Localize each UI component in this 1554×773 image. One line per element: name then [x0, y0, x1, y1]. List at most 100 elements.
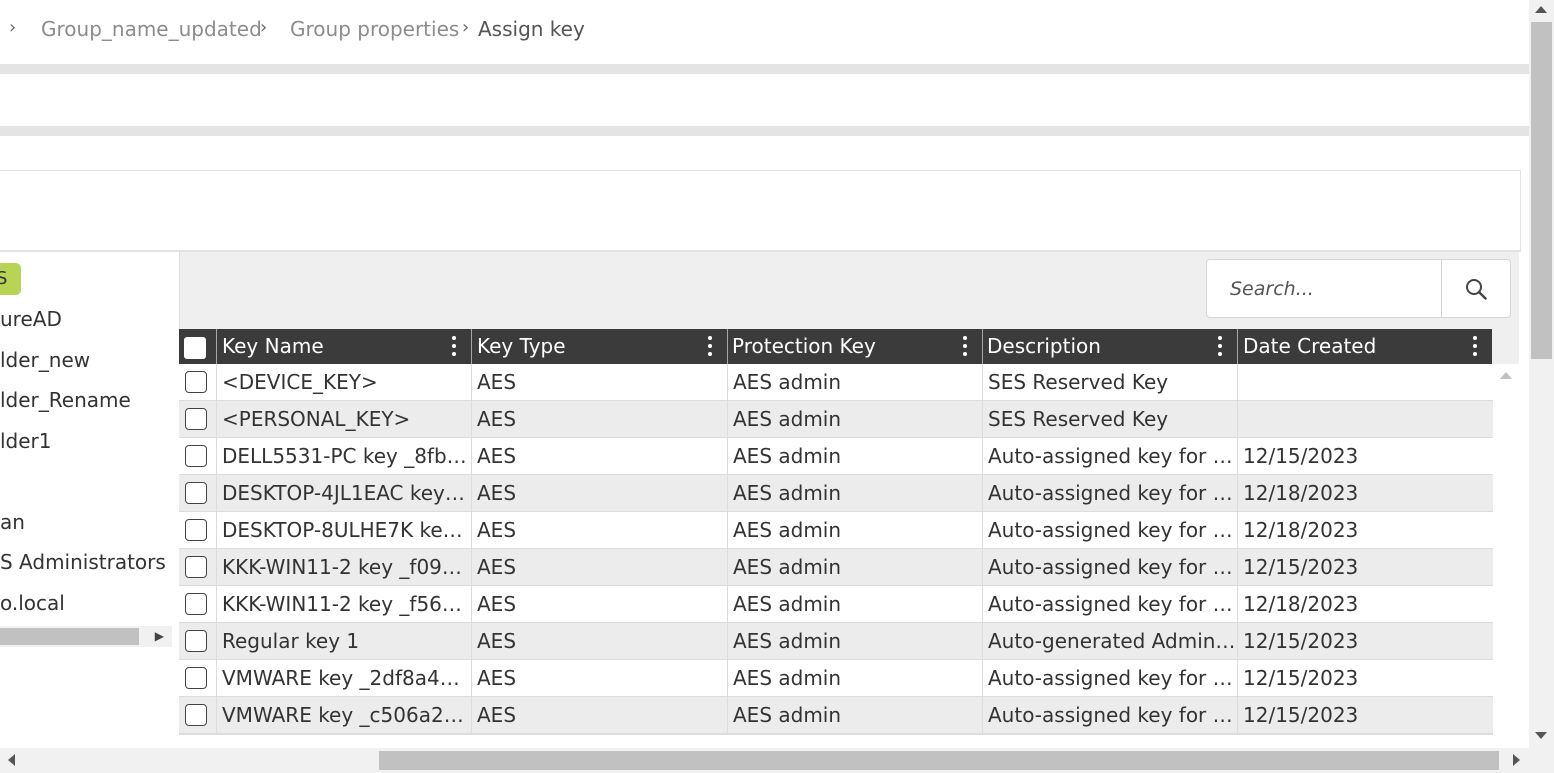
table-row[interactable]: VMWARE key _2df8a4bae… AES AES admin Auto-a…: [179, 660, 1493, 697]
column-menu-icon[interactable]: [1470, 334, 1480, 358]
cell-date-created: [1237, 401, 1493, 437]
cell-key-type: AES: [477, 518, 517, 542]
table-row[interactable]: <PERSONAL_KEY> AES AES admin SES Reserved K…: [179, 401, 1493, 438]
cell-description: Auto-assigned key for dev…: [988, 703, 1237, 727]
row-checkbox[interactable]: [185, 482, 207, 504]
column-menu-icon[interactable]: [705, 334, 715, 358]
page-vertical-scrollbar[interactable]: [1529, 0, 1554, 748]
scroll-up-icon[interactable]: [1535, 6, 1547, 13]
tree-item[interactable]: lder_new: [0, 348, 90, 372]
search-button[interactable]: [1442, 260, 1510, 317]
select-all-checkbox[interactable]: [184, 337, 206, 359]
tree-item[interactable]: S Administrators: [0, 550, 166, 574]
tree-item[interactable]: lder1: [0, 429, 52, 453]
chevron-right-icon: ›: [260, 17, 268, 38]
column-separator[interactable]: [982, 329, 983, 364]
scroll-down-icon[interactable]: [1535, 732, 1547, 739]
tree-item[interactable]: an: [0, 510, 25, 534]
scrollbar-thumb[interactable]: [379, 751, 1499, 770]
search-input[interactable]: [1207, 260, 1441, 317]
scroll-right-icon[interactable]: ▶: [155, 626, 164, 647]
table-row[interactable]: DESKTOP-4JL1EAC key _8… AES AES admin Auto-…: [179, 475, 1493, 512]
row-checkbox[interactable]: [185, 371, 207, 393]
row-checkbox[interactable]: [185, 556, 207, 578]
column-menu-icon[interactable]: [960, 334, 970, 358]
table-footer-space: [179, 734, 1493, 749]
table-row[interactable]: DELL5531-PC key _8fb3ad…AES AES admin Auto…: [179, 438, 1493, 475]
cell-date-created: 12/18/2023: [1243, 518, 1359, 542]
row-checkbox[interactable]: [185, 593, 207, 615]
cell-key-name: DESKTOP-8ULHE7K key _…: [222, 518, 471, 542]
cell-key-type: AES: [477, 629, 517, 653]
tree-item[interactable]: ureAD: [0, 307, 62, 331]
cell-date-created: 12/15/2023: [1243, 629, 1359, 653]
cell-key-type: AES: [477, 444, 517, 468]
cell-protection-key: AES admin: [733, 555, 842, 579]
divider-band: [0, 64, 1529, 74]
tree-horizontal-scrollbar[interactable]: ▶: [0, 626, 172, 647]
table-row[interactable]: KKK-WIN11-2 key _f5693f… AES AES admin Auto…: [179, 586, 1493, 623]
scroll-up-icon[interactable]: [1500, 372, 1512, 379]
search-box: [1206, 259, 1511, 318]
cell-date-created: 12/15/2023: [1243, 444, 1359, 468]
page-horizontal-scrollbar[interactable]: [0, 748, 1529, 773]
tree-item[interactable]: o.local: [0, 591, 65, 615]
cell-date-created: [1237, 364, 1493, 400]
tree-selected-badge[interactable]: S: [0, 263, 21, 295]
cell-key-name: <DEVICE_KEY>: [222, 370, 378, 394]
column-menu-icon[interactable]: [449, 334, 459, 358]
scrollbar-thumb[interactable]: [0, 628, 139, 645]
table-row[interactable]: VMWARE key _c506a2d2e…AES AES admin Auto-a…: [179, 697, 1493, 734]
cell-protection-key: AES admin: [733, 407, 842, 431]
column-header-protection-key[interactable]: Protection Key: [732, 329, 876, 364]
cell-key-type: AES: [477, 703, 517, 727]
cell-key-type: AES: [477, 407, 517, 431]
column-header-key-type[interactable]: Key Type: [477, 329, 566, 364]
cell-protection-key: AES admin: [733, 592, 842, 616]
table-row[interactable]: Regular key 1 AES AES admin Auto-generated …: [179, 623, 1493, 660]
cell-key-name: KKK-WIN11-2 key _f5693f…: [222, 592, 471, 616]
column-header-date-created[interactable]: Date Created: [1243, 329, 1376, 364]
cell-key-name: <PERSONAL_KEY>: [222, 407, 411, 431]
scroll-right-icon[interactable]: [1513, 754, 1520, 766]
cell-date-created: 12/18/2023: [1243, 592, 1359, 616]
cell-description: Auto-assigned key for dev…: [988, 555, 1237, 579]
row-checkbox[interactable]: [185, 667, 207, 689]
cell-key-type: AES: [477, 481, 517, 505]
row-checkbox[interactable]: [185, 519, 207, 541]
table-row[interactable]: <DEVICE_KEY> AES AES admin SES Reserved Key: [179, 364, 1493, 401]
cell-description: Auto-generated Admin Pe…: [988, 629, 1237, 653]
column-header-description[interactable]: Description: [987, 329, 1101, 364]
scrollbar-thumb[interactable]: [1531, 22, 1552, 359]
table-row[interactable]: DESKTOP-8ULHE7K key _… AES AES admin Auto-a…: [179, 512, 1493, 549]
scroll-left-icon[interactable]: [8, 754, 15, 766]
column-separator[interactable]: [727, 329, 728, 364]
cell-protection-key: AES admin: [733, 629, 842, 653]
breadcrumb-group-properties[interactable]: Group properties: [290, 17, 459, 41]
column-separator[interactable]: [1237, 329, 1238, 364]
cell-key-name: VMWARE key _c506a2d2e…: [222, 703, 471, 727]
cell-date-created: 12/15/2023: [1243, 703, 1359, 727]
cell-key-name: DESKTOP-4JL1EAC key _8…: [222, 481, 471, 505]
cell-description: Auto-assigned key for dev…: [988, 481, 1237, 505]
row-checkbox[interactable]: [185, 408, 207, 430]
row-checkbox[interactable]: [185, 704, 207, 726]
tree-item[interactable]: lder_Rename: [0, 388, 131, 412]
cell-key-name: Regular key 1: [222, 629, 360, 653]
column-separator[interactable]: [471, 329, 472, 364]
cell-key-name: DELL5531-PC key _8fb3ad…: [222, 444, 471, 468]
column-header-key-name[interactable]: Key Name: [222, 329, 324, 364]
cell-description: Auto-assigned key for dev…: [988, 444, 1237, 468]
cell-key-name: VMWARE key _2df8a4bae…: [222, 666, 471, 690]
breadcrumb-group-name[interactable]: Group_name_updated: [41, 17, 262, 41]
cell-description: SES Reserved Key: [988, 370, 1169, 394]
cell-protection-key: AES admin: [733, 518, 842, 542]
table-row[interactable]: KKK-WIN11-2 key _f09266…AES AES admin Auto…: [179, 549, 1493, 586]
breadcrumb-assign-key: Assign key: [478, 17, 585, 41]
table-vertical-scrollbar[interactable]: [1493, 364, 1519, 748]
row-checkbox[interactable]: [185, 445, 207, 467]
cell-date-created: 12/18/2023: [1243, 481, 1359, 505]
row-checkbox[interactable]: [185, 630, 207, 652]
column-menu-icon[interactable]: [1215, 334, 1225, 358]
cell-description: Auto-assigned key for dev…: [988, 666, 1237, 690]
